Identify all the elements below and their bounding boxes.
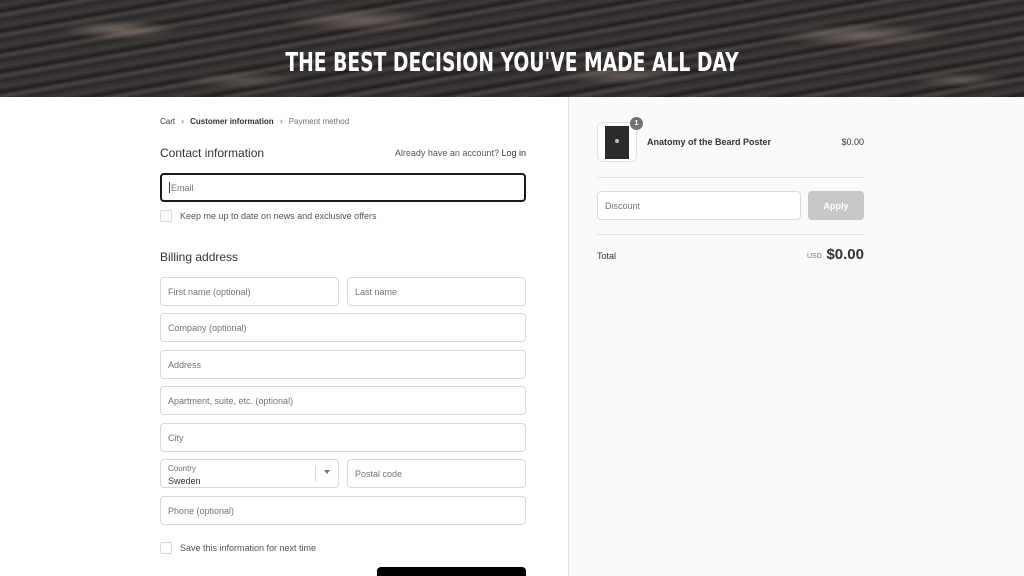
save-info-checkbox[interactable] [160, 542, 172, 554]
breadcrumb: Cart › Customer information › Payment me… [160, 116, 349, 126]
save-info-option[interactable]: Save this information for next time [160, 542, 316, 554]
email-field[interactable]: Email [160, 173, 526, 202]
country-select[interactable]: Country Sweden [160, 459, 339, 488]
last-name-placeholder: Last name [355, 286, 398, 297]
product-name: Anatomy of the Beard Poster [647, 137, 772, 147]
newsletter-label: Keep me up to date on news and exclusive… [180, 211, 377, 221]
postal-code-placeholder: Postal code [355, 468, 403, 479]
total-currency: USD [807, 253, 822, 260]
contact-information-heading: Contact information [160, 146, 265, 160]
save-info-label: Save this information for next time [180, 543, 317, 553]
total-label: Total [597, 251, 617, 261]
chevron-right-icon: › [181, 116, 185, 126]
chevron-right-icon: › [279, 116, 283, 126]
country-value: Sweden [168, 476, 201, 486]
apartment-placeholder: Apartment, suite, etc. (optional) [168, 395, 294, 406]
city-field[interactable]: City [160, 423, 526, 452]
poster-image [605, 126, 629, 159]
postal-code-field[interactable]: Postal code [347, 459, 526, 488]
company-field[interactable]: Company (optional) [160, 313, 526, 342]
login-link[interactable]: Log in [501, 148, 526, 158]
apply-button[interactable]: Apply [808, 191, 864, 220]
banner-title: THE BEST DECISION YOU'VE MADE ALL DAY [285, 48, 739, 78]
account-prompt: Already have an account? Log in [395, 148, 526, 158]
hero-banner: THE BEST DECISION YOU'VE MADE ALL DAY [0, 0, 1024, 97]
phone-placeholder: Phone (optional) [168, 505, 235, 516]
breadcrumb-customer-information: Customer information [190, 116, 274, 126]
apartment-field[interactable]: Apartment, suite, etc. (optional) [160, 386, 526, 415]
phone-field[interactable]: Phone (optional) [160, 496, 526, 525]
account-prompt-text: Already have an account? [394, 148, 499, 158]
city-placeholder: City [168, 432, 184, 443]
billing-address-heading: Billing address [160, 250, 239, 264]
newsletter-option[interactable]: Keep me up to date on news and exclusive… [160, 210, 376, 222]
address-field[interactable]: Address [160, 350, 526, 379]
first-name-field[interactable]: First name (optional) [160, 277, 339, 306]
continue-button[interactable] [377, 567, 526, 576]
quantity-badge: 1 [630, 117, 643, 130]
email-placeholder: Email [171, 182, 194, 193]
last-name-field[interactable]: Last name [347, 277, 526, 306]
address-placeholder: Address [168, 359, 202, 370]
order-summary-panel [568, 97, 1024, 576]
select-divider [315, 466, 316, 482]
total-amount: $0.00 [826, 246, 864, 263]
divider [597, 234, 864, 235]
divider [597, 177, 864, 178]
product-price: $0.00 [841, 137, 864, 147]
discount-placeholder: Discount [605, 200, 641, 211]
newsletter-checkbox[interactable] [160, 210, 172, 222]
company-placeholder: Company (optional) [168, 322, 247, 333]
breadcrumb-cart[interactable]: Cart [160, 117, 175, 126]
chevron-down-icon [324, 470, 330, 474]
text-caret [169, 182, 170, 193]
first-name-placeholder: First name (optional) [168, 286, 251, 297]
breadcrumb-payment-method: Payment method [288, 116, 350, 126]
discount-field[interactable]: Discount [597, 191, 801, 220]
country-label: Country [168, 464, 197, 473]
